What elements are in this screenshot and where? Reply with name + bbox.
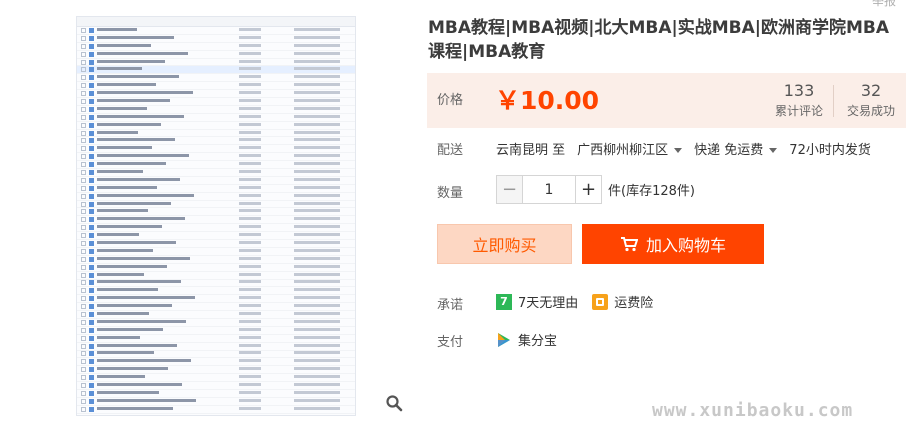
file-row: [77, 335, 355, 343]
file-row: [77, 398, 355, 406]
file-row: [77, 130, 355, 138]
file-row: [77, 343, 355, 351]
delivery-info: 云南昆明 至 广西柳州柳江区 快递 免运费 72小时内发货: [496, 139, 871, 158]
file-row: [77, 201, 355, 209]
price-panel: 价格 ￥10.00 133 累计评论 32 交易成功: [427, 73, 906, 128]
review-count: 133: [783, 81, 815, 100]
file-row: [77, 280, 355, 288]
file-row: [77, 248, 355, 256]
file-row: [77, 90, 355, 99]
file-row: [77, 366, 355, 375]
file-list-header: [77, 17, 355, 27]
file-row: [77, 59, 355, 67]
file-row: [77, 137, 355, 146]
review-label: 累计评论: [775, 104, 824, 118]
deal-label: 交易成功: [847, 104, 896, 118]
freight-insurance-icon: [592, 293, 609, 310]
quantity-stepper: − 1 + 件(库存128件): [496, 175, 695, 204]
file-row: [77, 82, 355, 91]
file-row: [77, 303, 355, 312]
file-row: [77, 358, 355, 367]
file-row: [77, 232, 355, 241]
product-title: MBA教程|MBA视频|北大MBA|实战MBA|欧洲商学院MBA课程|MBA教育: [428, 18, 889, 62]
freight-insurance-link[interactable]: 运费险: [614, 292, 653, 311]
file-row: [77, 351, 355, 359]
delivery-from: 云南昆明 至: [496, 143, 566, 158]
file-row: [77, 193, 355, 201]
file-row: [77, 43, 355, 51]
deal-stat: 32 交易成功: [847, 81, 895, 119]
quantity-label: 数量: [437, 186, 464, 201]
seven-day-return-icon: 7: [496, 293, 512, 310]
buy-now-button[interactable]: 立即购买: [437, 224, 572, 264]
file-row: [77, 185, 355, 193]
file-row: [77, 240, 355, 248]
file-row: [77, 256, 355, 264]
file-row: [77, 161, 355, 170]
price-label: 价格: [437, 93, 464, 108]
file-row: [77, 374, 355, 383]
zoom-icon[interactable]: [385, 394, 403, 412]
file-row: [77, 51, 355, 59]
file-row: [77, 66, 355, 75]
file-row: [77, 390, 355, 398]
file-row: [77, 208, 355, 217]
quantity-input[interactable]: 1: [523, 175, 575, 204]
file-row: [77, 406, 355, 414]
file-row: [77, 311, 355, 319]
file-row: [77, 272, 355, 280]
file-row: [77, 106, 355, 114]
stat-divider: [833, 85, 834, 117]
file-row: [77, 169, 355, 177]
file-row: [77, 74, 355, 83]
file-row: [77, 382, 355, 390]
promise-label: 承诺: [437, 298, 464, 313]
shipping-method-select[interactable]: 快递 免运费: [694, 139, 777, 158]
add-to-cart-button[interactable]: 加入购物车: [582, 224, 764, 264]
file-row: [77, 216, 355, 225]
file-row: [77, 224, 355, 233]
deal-count: 32: [860, 81, 882, 100]
file-row: [77, 177, 355, 185]
dispatch-time: 72小时内发货: [789, 143, 871, 158]
shipping-method: 快递 免运费: [694, 143, 764, 158]
file-row: [77, 327, 355, 335]
cart-icon: [620, 237, 638, 252]
review-stat[interactable]: 133 累计评论: [775, 81, 823, 119]
payment-method: 集分宝: [496, 330, 557, 349]
file-row: [77, 153, 355, 162]
promise-list: 7 7天无理由 运费险: [496, 292, 653, 311]
file-row: [77, 264, 355, 272]
report-link[interactable]: 举报: [872, 0, 896, 9]
add-to-cart-label: 加入购物车: [645, 236, 726, 255]
product-page: 举报 MBA教程|MBA视频|北大MBA|实战MBA|欧洲商学院MBA课程|MB…: [0, 0, 908, 424]
file-row: [77, 122, 355, 130]
quantity-decrease-button[interactable]: −: [496, 175, 523, 204]
file-row: [77, 145, 355, 154]
delivery-destination: 广西柳州柳江区: [577, 143, 669, 158]
file-row: [77, 27, 355, 35]
jifenbao-icon: [498, 332, 510, 347]
quantity-increase-button[interactable]: +: [575, 175, 602, 204]
product-image[interactable]: [70, 10, 368, 418]
file-row: [77, 287, 355, 296]
delivery-destination-select[interactable]: 广西柳州柳江区: [577, 139, 682, 158]
file-row: [77, 114, 355, 122]
file-row: [77, 35, 355, 43]
stock-info: 件(库存128件): [608, 184, 695, 199]
file-row: [77, 295, 355, 304]
file-row: [77, 319, 355, 327]
file-list-rows: [77, 27, 355, 414]
watermark: www.xunibaoku.com: [652, 400, 854, 421]
price-value: ￥10.00: [495, 86, 600, 115]
file-row: [77, 98, 355, 106]
delivery-label: 配送: [437, 143, 464, 158]
seven-day-return-link[interactable]: 7天无理由: [518, 292, 578, 311]
file-list-screenshot: [76, 16, 356, 416]
payment-label: 支付: [437, 335, 464, 350]
payment-method-label: 集分宝: [518, 334, 558, 349]
